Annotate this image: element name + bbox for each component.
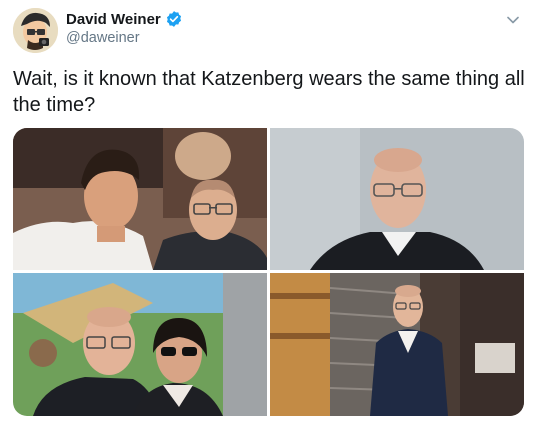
name-row: David Weiner — [66, 10, 183, 28]
chevron-down-icon[interactable] — [506, 12, 520, 24]
tweet-photo-4[interactable] — [270, 273, 524, 416]
verified-badge-icon — [165, 10, 183, 28]
user-avatar[interactable] — [13, 8, 58, 53]
tweet-text: Wait, is it known that Katzenberg wears … — [13, 68, 525, 116]
avatar-illustration-icon — [13, 8, 58, 53]
user-handle[interactable]: @daweiner — [66, 30, 140, 46]
tweet-card: David Weiner @daweiner Wait, is it known… — [0, 0, 536, 424]
tweet-photo-2[interactable] — [270, 128, 524, 270]
media-grid — [13, 128, 524, 416]
tweet-photo-3[interactable] — [13, 273, 267, 416]
tweet-photo-1[interactable] — [13, 128, 267, 270]
display-name[interactable]: David Weiner — [66, 11, 161, 28]
